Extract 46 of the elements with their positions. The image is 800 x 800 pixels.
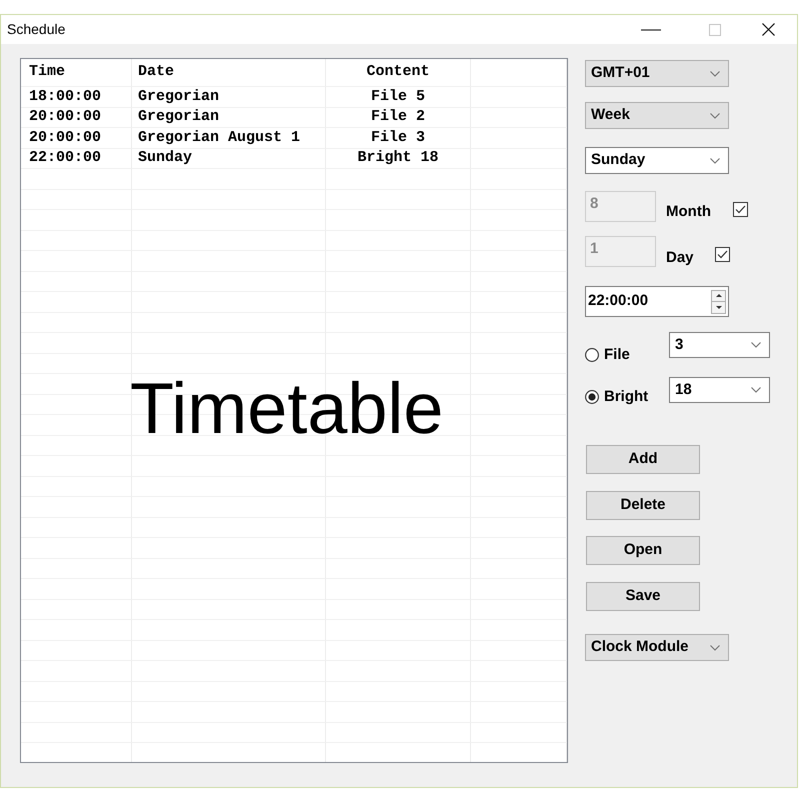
triangle-down-icon xyxy=(716,306,722,308)
dropdown[interactable]: Week xyxy=(585,102,729,129)
dropdown[interactable]: GMT+01 xyxy=(585,60,729,87)
table-caption: Timetable xyxy=(130,373,444,445)
spin-down-button[interactable] xyxy=(711,302,726,314)
table-cell-text: 22:00:00 xyxy=(29,148,102,168)
table-cell-text: Bright 18 xyxy=(357,148,438,168)
window-title: Schedule xyxy=(7,20,66,39)
push-button[interactable]: Add xyxy=(586,445,700,474)
column-header[interactable]: Content xyxy=(366,61,430,84)
table-cell-text: File 2 xyxy=(370,107,425,127)
chevron-down-icon xyxy=(710,70,720,76)
dropdown[interactable]: 3 xyxy=(669,332,770,358)
table-cell-text: Gregorian August 1 xyxy=(138,128,300,148)
chevron-down-icon xyxy=(751,387,761,393)
chevron-down-icon xyxy=(710,112,720,118)
dropdown[interactable]: 18 xyxy=(669,377,770,403)
field-label: Month xyxy=(666,202,711,222)
table-cell-text: 20:00:00 xyxy=(29,107,102,127)
table-cell-text: File 3 xyxy=(370,128,425,148)
table-cell-text: File 5 xyxy=(370,86,425,106)
push-button[interactable]: Open xyxy=(586,536,700,565)
spin-up-button[interactable] xyxy=(711,290,726,302)
chevron-down-icon xyxy=(751,342,761,348)
table-cell-text: Gregorian xyxy=(138,107,220,127)
push-button[interactable]: Delete xyxy=(586,491,700,520)
minimize-icon[interactable] xyxy=(641,28,661,30)
radio-button[interactable] xyxy=(585,348,599,362)
table-cell-text: 20:00:00 xyxy=(29,128,102,148)
close-icon[interactable] xyxy=(762,23,775,36)
dropdown[interactable]: Sunday xyxy=(585,147,729,174)
chevron-down-icon xyxy=(710,644,720,650)
field-label: Day xyxy=(666,248,694,268)
column-header[interactable]: Date xyxy=(138,61,174,84)
table-cell-text: Gregorian xyxy=(138,86,220,106)
time-field[interactable]: 22:00:00 xyxy=(585,286,729,317)
dropdown[interactable]: Clock Module xyxy=(585,634,729,661)
radio-label[interactable]: File xyxy=(604,344,630,366)
table-cell-text: Sunday xyxy=(138,148,192,168)
chevron-down-icon xyxy=(710,158,720,164)
push-button[interactable]: Save xyxy=(586,582,700,611)
triangle-up-icon xyxy=(716,294,722,297)
column-header[interactable]: Time xyxy=(29,61,66,84)
radio-button[interactable] xyxy=(585,390,599,404)
radio-label[interactable]: Bright xyxy=(604,386,648,408)
table-cell-text: 18:00:00 xyxy=(29,86,102,106)
